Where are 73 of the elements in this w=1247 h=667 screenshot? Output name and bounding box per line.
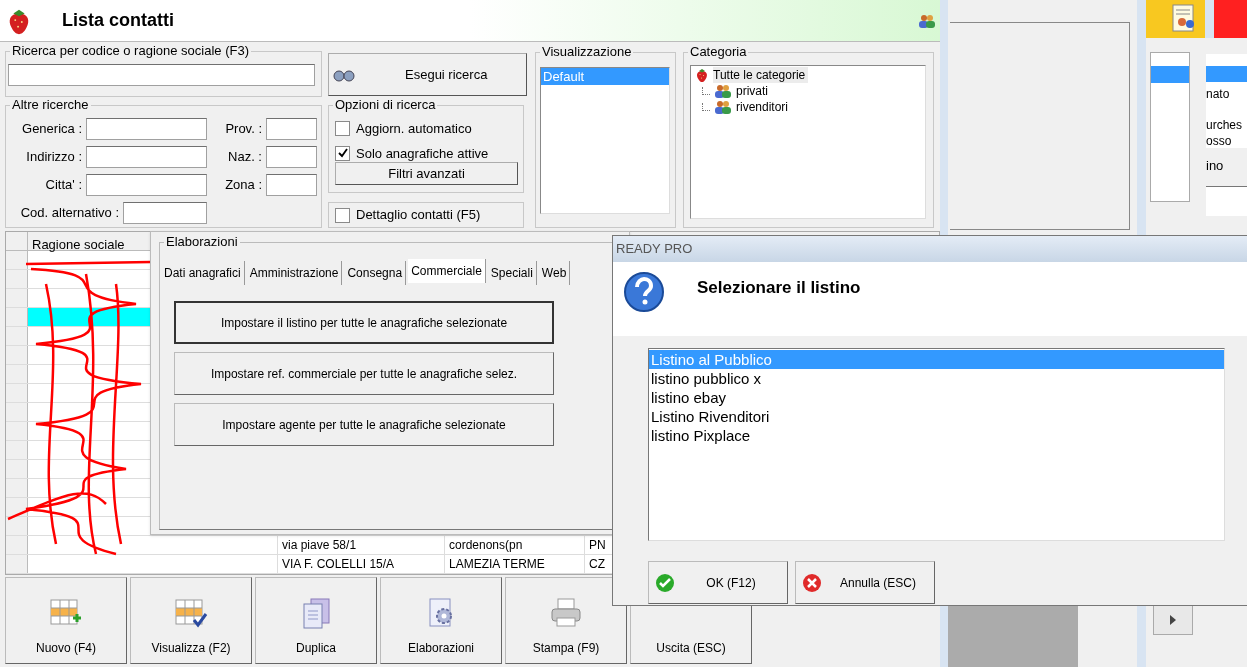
field-label: Zona : (224, 176, 262, 195)
field-label: Naz. : (227, 148, 262, 167)
toolbar-button[interactable]: Elaborazioni (380, 577, 502, 664)
checkbox[interactable] (335, 121, 350, 137)
search-button[interactable]: Esegui ricerca (328, 53, 527, 96)
table-cell: via piave 58/1 (278, 536, 445, 554)
checkbox[interactable] (335, 145, 350, 161)
header-panel (1205, 0, 1247, 38)
group-label: Ricerca per codice o ragione sociale (F3) (10, 43, 251, 59)
list-item[interactable]: Listino Rivenditori (649, 407, 1224, 426)
tab[interactable]: Web (538, 261, 571, 285)
list-text: urches (1206, 117, 1244, 133)
toolbar-button[interactable]: Stampa (F9) (505, 577, 627, 664)
checkbox-label: Dettaglio contatti (F5) (356, 206, 481, 225)
input-field[interactable] (123, 202, 207, 224)
table-cell: LAMEZIA TERME (445, 555, 585, 573)
address-book-icon (1171, 4, 1197, 34)
people-icon (918, 13, 936, 28)
tab[interactable]: Amministrazione (246, 261, 343, 285)
list-text: nato (1206, 86, 1231, 102)
field-label: Prov. : (224, 120, 262, 139)
action-button[interactable]: Impostare ref. commerciale per tutte le anagrafiche selez. (174, 352, 554, 395)
field-label: Indirizzo : (25, 148, 82, 167)
checkbox[interactable] (335, 207, 350, 223)
toolbar-button[interactable]: Visualizza (F2) (130, 577, 252, 664)
binoculars-icon (333, 67, 355, 82)
input-field[interactable] (86, 118, 207, 140)
grid-check-icon (174, 596, 208, 630)
dialog-message: Selezionare il listino (697, 277, 861, 299)
input-field[interactable] (266, 146, 317, 168)
tab[interactable]: Dati anagrafici (161, 261, 245, 285)
check-icon (655, 572, 675, 593)
people-icon (714, 84, 732, 98)
list-item[interactable]: listino ebay (649, 388, 1224, 407)
checkbox-label: Solo anagrafiche attive (356, 144, 489, 163)
printer-icon (549, 596, 583, 630)
group-label: Categoria (688, 44, 749, 60)
list-item[interactable]: listino pubblico x (649, 369, 1224, 388)
table-cell: cordenons(pn (445, 536, 585, 554)
ok-button[interactable]: OK (F12) (648, 561, 788, 604)
strawberry-icon (694, 67, 710, 83)
group-label: ino (1206, 157, 1224, 175)
column-header[interactable]: Ragione sociale (32, 237, 125, 252)
tree-item[interactable]: privati (736, 83, 768, 99)
toolbar-button[interactable]: Nuovo (F4) (5, 577, 127, 664)
tree-item[interactable]: rivenditori (736, 99, 789, 115)
table-cell: VIA F. COLELLI 15/A (278, 555, 445, 573)
tree-item[interactable]: Tutte le categorie (713, 67, 809, 83)
window-title: Lista contatti (62, 9, 174, 32)
field-label: Cod. alternativo : (19, 204, 119, 223)
toolbar-button[interactable]: Duplica (255, 577, 377, 664)
input-field[interactable] (266, 118, 317, 140)
input-field[interactable] (266, 174, 317, 196)
advanced-filters-button[interactable]: Filtri avanzati (335, 162, 518, 185)
list-text: osso (1206, 133, 1233, 149)
scroll-right-icon[interactable] (1170, 615, 1176, 625)
tab[interactable]: Commerciale (408, 259, 486, 283)
question-icon (623, 271, 665, 313)
group-label: Opzioni di ricerca (333, 97, 438, 113)
field-label: Generica : (21, 120, 82, 139)
close-icon (802, 572, 822, 593)
action-button[interactable]: Impostare il listino per tutte le anagrafiche selezionate (174, 301, 554, 344)
cancel-button[interactable]: Annulla (ESC) (795, 561, 935, 604)
input-field[interactable] (86, 146, 207, 168)
checkbox-label: Aggiorn. automatico (356, 120, 472, 138)
input-field[interactable] (1206, 186, 1247, 216)
dialog-title: READY PRO (616, 240, 693, 259)
list-item[interactable]: listino Pixplace (649, 426, 1224, 445)
action-button[interactable]: Impostare agente per tutte le anagrafiche selezionate (174, 403, 554, 446)
field-label: Citta' : (44, 176, 82, 195)
people-icon (714, 100, 732, 114)
input-field[interactable] (86, 174, 207, 196)
search-field[interactable] (8, 64, 315, 86)
